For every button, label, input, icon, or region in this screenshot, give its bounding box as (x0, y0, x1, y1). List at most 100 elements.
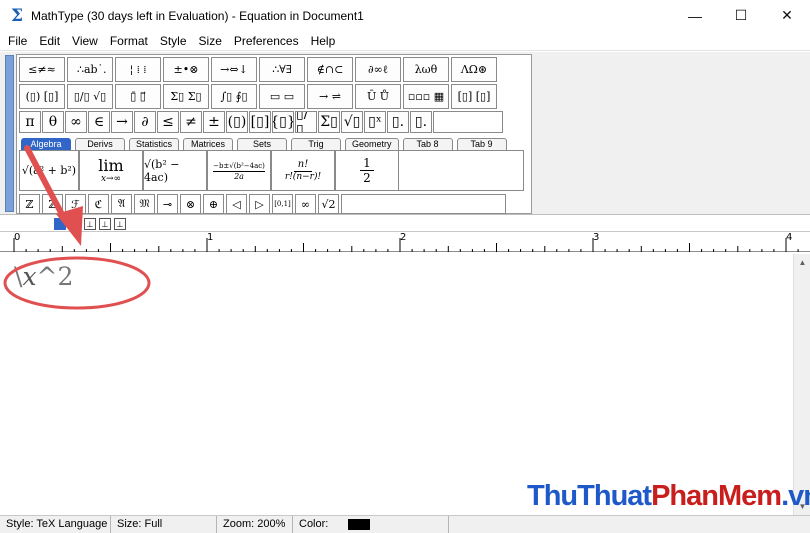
braces-button[interactable]: {▯} (272, 111, 294, 133)
menu-help[interactable]: Help (305, 34, 342, 48)
embellishments-button[interactable]: ¦ ⁞ ⁞ (115, 57, 161, 82)
discriminant-template[interactable]: √(b² − 4ac) (143, 150, 207, 191)
superscript-button[interactable]: ▯ˣ (364, 111, 386, 133)
labeled-arrow-button[interactable]: → ⇌ (307, 84, 353, 109)
subscript-superscript-button[interactable]: ▯̄ ▯⃗ (115, 84, 161, 109)
infinity-button[interactable]: ∞ (65, 111, 87, 133)
small-row-empty-slot[interactable] (341, 194, 506, 214)
arrow-symbols-button[interactable]: →⇔↓ (211, 57, 257, 82)
sqrt-two-button[interactable]: √2 (318, 194, 339, 214)
parentheses-button[interactable]: (▯) (226, 111, 248, 133)
greek-lowercase-button[interactable]: λωθ (403, 57, 449, 82)
fraction-half-template[interactable]: 1 2 (335, 150, 399, 191)
script-f-button[interactable]: ℱ (65, 194, 86, 214)
box-templates-button[interactable]: [▯] [▯] (451, 84, 497, 109)
integers-alt-button[interactable]: ℤ (42, 194, 63, 214)
element-of-button[interactable]: ∈ (88, 111, 110, 133)
tab-algebra[interactable]: Algebra (21, 138, 71, 150)
pythagorean-expression: √(a² + b²) (21, 164, 77, 177)
fraktur-a-button[interactable]: 𝔄 (111, 194, 132, 214)
fraktur-m-button[interactable]: 𝔐 (134, 194, 155, 214)
underbar-overbar-button[interactable]: ▭ ▭ (259, 84, 305, 109)
theta-button[interactable]: θ (42, 111, 64, 133)
ruler[interactable]: 0 1 2 3 4 (0, 232, 810, 252)
set-theory-button[interactable]: ∉∩⊂ (307, 57, 353, 82)
tab-statistics[interactable]: Statistics (129, 138, 180, 150)
vertical-scrollbar[interactable]: ▲ ▼ (793, 254, 810, 515)
window-title: MathType (30 days left in Evaluation) - … (31, 8, 364, 23)
pi-button[interactable]: π (19, 111, 41, 133)
fraction-radical-button[interactable]: ▯/▯ √▯ (67, 84, 113, 109)
menu-file[interactable]: File (0, 34, 33, 48)
multimap-button[interactable]: ⊸ (157, 194, 178, 214)
tab-trig[interactable]: Trig (291, 138, 342, 150)
ruler-mark-0: 0 (14, 232, 21, 243)
summation-templates-button[interactable]: Σ▯ Σ▯ (163, 84, 209, 109)
minimize-button[interactable]: — (672, 0, 718, 31)
accent-button[interactable]: ▯. (410, 111, 432, 133)
greek-uppercase-button[interactable]: ΛΩ⊛ (451, 57, 497, 82)
spaces-ellipses-button[interactable]: ∴ab˙. (67, 57, 113, 82)
right-tab-icon[interactable]: ⊥ (99, 218, 111, 230)
decimal-tab-icon[interactable]: ⊥ (114, 218, 126, 230)
infinity-small-button[interactable]: ∞ (295, 194, 316, 214)
operator-symbols-button[interactable]: ±•⊗ (163, 57, 209, 82)
square-root-button[interactable]: √▯ (341, 111, 363, 133)
tab-matrices[interactable]: Matrices (183, 138, 234, 150)
plus-minus-button[interactable]: ± (203, 111, 225, 133)
menu-view[interactable]: View (66, 34, 104, 48)
template-empty-slot[interactable] (399, 150, 524, 191)
not-equal-button[interactable]: ≠ (180, 111, 202, 133)
limit-subscript: x→∞ (100, 173, 122, 184)
summation-button[interactable]: Σ▯ (318, 111, 340, 133)
integral-templates-button[interactable]: ∫▯ ∮▯ (211, 84, 257, 109)
status-color: Color: (293, 515, 449, 533)
fraktur-c-button[interactable]: ℭ (88, 194, 109, 214)
sigma-icon[interactable]: Σ (9, 7, 25, 24)
menu-edit[interactable]: Edit (33, 34, 66, 48)
left-tab-icon[interactable] (54, 218, 66, 230)
template-tabs: Algebra Derivs Statistics Matrices Sets … (21, 138, 511, 150)
tab-derivs[interactable]: Derivs (75, 138, 125, 150)
toolbar-grip[interactable] (5, 55, 14, 212)
products-templates-button[interactable]: Ū Ů (355, 84, 401, 109)
center-tab-icon[interactable]: ⊥ (84, 218, 96, 230)
right-triangle-button[interactable]: ▷ (249, 194, 270, 214)
equation-input[interactable]: \x^2 (14, 262, 73, 291)
right-arrow-button[interactable]: → (111, 111, 133, 133)
partial-button[interactable]: ∂ (134, 111, 156, 133)
relational-symbols-button[interactable]: ≤≠≈ (19, 57, 65, 82)
pythagorean-template[interactable]: √(a² + b²) (19, 150, 79, 191)
maximize-button[interactable]: ☐ (718, 0, 764, 31)
binomial-coefficient-template[interactable]: n! r!(n−r)! (271, 150, 335, 191)
menu-format[interactable]: Format (104, 34, 154, 48)
close-button[interactable]: ✕ (764, 0, 810, 31)
tab-geometry[interactable]: Geometry (345, 138, 399, 150)
menu-style[interactable]: Style (154, 34, 193, 48)
template-row: √(a² + b²) lim x→∞ √(b² − 4ac) −b±√(b²−4… (19, 150, 524, 191)
circled-times-button[interactable]: ⊗ (180, 194, 201, 214)
circled-plus-button[interactable]: ⊕ (203, 194, 224, 214)
scroll-up-icon[interactable]: ▲ (794, 254, 810, 271)
quadratic-formula-template[interactable]: −b±√(b²−4ac) 2a (207, 150, 271, 191)
limit-template[interactable]: lim x→∞ (79, 150, 143, 191)
watermark-part-3: .vn (781, 480, 810, 512)
logical-symbols-button[interactable]: ∴∀∃ (259, 57, 305, 82)
menu-preferences[interactable]: Preferences (228, 34, 305, 48)
menu-size[interactable]: Size (193, 34, 228, 48)
tab-sets[interactable]: Sets (237, 138, 288, 150)
tab-9[interactable]: Tab 9 (456, 138, 507, 150)
misc-symbols-button[interactable]: ∂∞ℓ (355, 57, 401, 82)
equation-editor[interactable]: \x^2 (2, 254, 792, 515)
tab-8[interactable]: Tab 8 (402, 138, 453, 150)
custom-slot-empty[interactable] (433, 111, 503, 133)
left-triangle-button[interactable]: ◁ (226, 194, 247, 214)
fence-templates-button[interactable]: (▯) [▯] (19, 84, 65, 109)
integers-button[interactable]: ℤ (19, 194, 40, 214)
fraction-button[interactable]: ▯/▯ (295, 111, 317, 133)
interval-button[interactable]: [0,1] (272, 194, 293, 214)
brackets-button[interactable]: [▯] (249, 111, 271, 133)
subscript-button[interactable]: ▯. (387, 111, 409, 133)
matrix-templates-button[interactable]: ▫▫▫ ▦ (403, 84, 449, 109)
less-equal-button[interactable]: ≤ (157, 111, 179, 133)
